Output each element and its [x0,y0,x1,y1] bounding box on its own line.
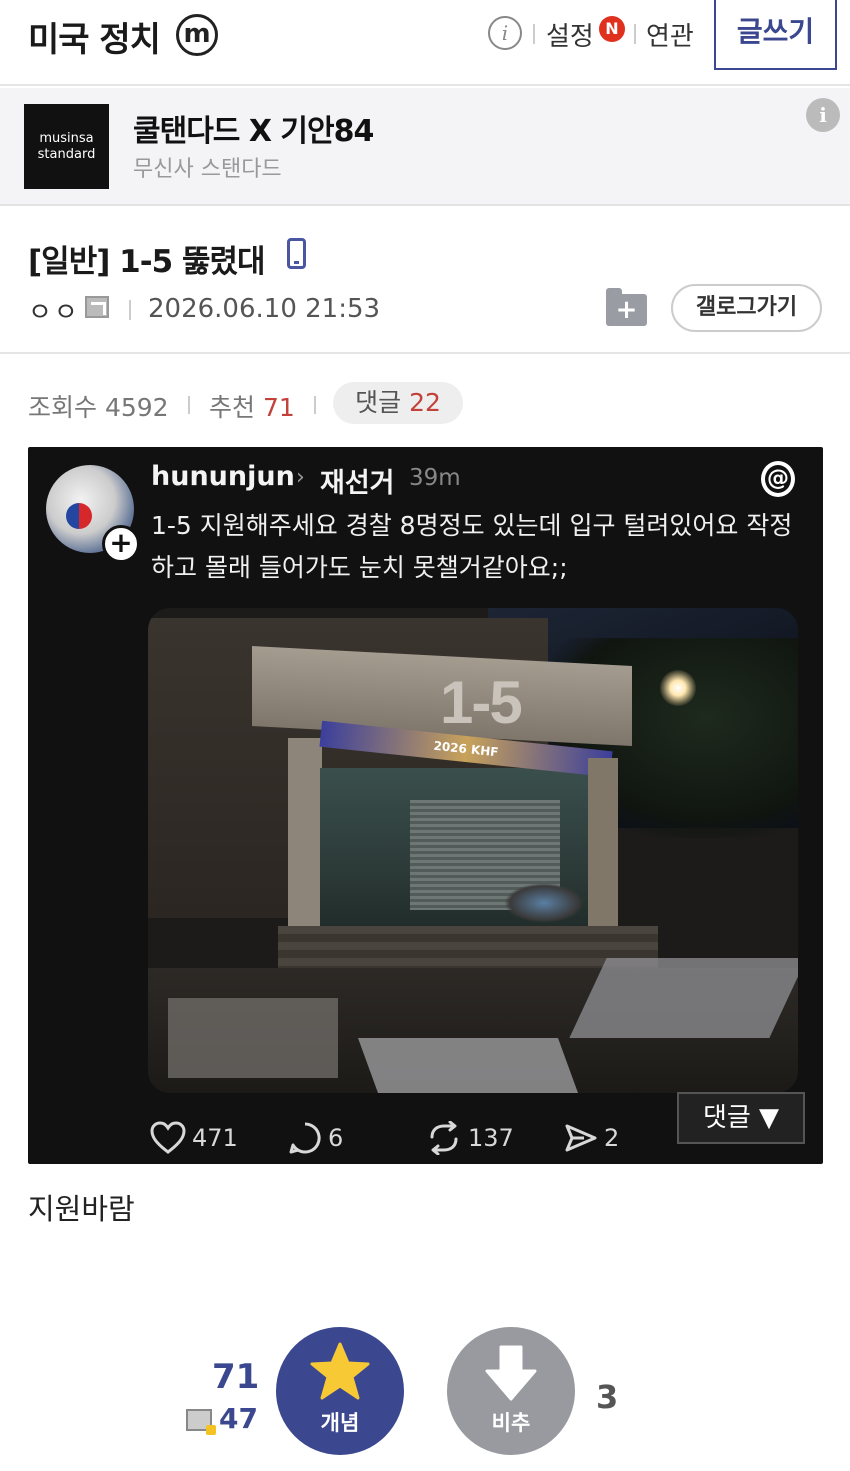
star-icon [310,1342,370,1400]
embed-topic[interactable]: 재선거 [320,461,395,500]
divider [188,396,190,414]
downvote-count: 3 [596,1378,619,1416]
upvote-count: 71 [212,1357,260,1397]
comments-count: 22 [409,388,441,417]
photo-gate-sign: 1-5 [440,669,523,736]
comments-button[interactable]: 댓글 22 [333,382,463,424]
new-badge: N [599,16,625,42]
fixed-upvote-count: 47 [219,1402,258,1435]
ad-logo-line: musinsa [39,131,94,146]
photo-mat [168,998,338,1078]
down-arrow-icon [485,1345,537,1401]
reply-action[interactable]: 6 [288,1121,343,1155]
repost-action[interactable]: 137 [426,1121,514,1155]
share-count: 2 [604,1124,620,1152]
like-count: 471 [192,1124,238,1152]
recommend-stat: 추천 71 [209,388,295,424]
author-name[interactable]: ㅇㅇ [28,292,80,329]
ad-logo-line: standard [37,147,96,162]
downvote-label: 비추 [491,1411,531,1435]
write-button[interactable]: 글쓰기 [714,0,837,70]
recommend-label: 추천 [209,393,256,422]
chevron-right-icon: › [296,465,305,490]
comments-label: 댓글 [355,388,402,417]
heart-icon [150,1121,186,1155]
repost-icon [426,1121,462,1155]
photo-people [504,883,584,923]
reply-icon [288,1121,322,1155]
settings-link[interactable]: 설정 [546,16,594,53]
threads-logo-icon: @ [761,461,795,497]
upvote-button[interactable]: 개념 [276,1327,404,1455]
info-icon[interactable]: i [488,16,522,50]
photo-mat [357,1038,579,1093]
post-body: 지원바람 [28,1192,135,1226]
fixed-nick-icon [186,1409,216,1435]
photo-streetlight [660,670,696,706]
ad-info-icon[interactable]: i [806,98,840,132]
photo-pillar [288,738,322,938]
divider [634,24,636,44]
photo-pillar [588,758,618,928]
repost-count: 137 [468,1124,514,1152]
follow-plus-icon[interactable]: + [102,525,140,563]
member-icon [85,296,109,318]
folder-add-icon[interactable]: + [606,288,647,326]
divider [533,24,535,44]
mobile-icon [287,238,306,269]
embedded-threads-post: + hununjun › 재선거 39m @ 1-5 지원해주세요 경찰 8명정… [28,447,823,1164]
photo-mat [569,958,798,1038]
embed-time-ago: 39m [409,465,461,491]
embed-username[interactable]: hununjun [151,461,295,492]
share-action[interactable]: 2 [564,1121,619,1155]
divider [129,300,131,320]
views-count: 4592 [104,393,169,422]
ad-subtitle: 무신사 스탠다드 [133,157,282,182]
related-link[interactable]: 연관 [646,16,694,53]
embed-photo[interactable]: 1-5 2026 KHF [148,608,798,1093]
embed-comment-toggle[interactable]: 댓글 ▼ [677,1092,805,1144]
ad-title: 쿨탠다드 X 기안84 [133,114,374,149]
ad-banner[interactable]: musinsa standard 쿨탠다드 X 기안84 무신사 스탠다드 i [0,88,850,206]
recommend-count: 71 [262,393,295,422]
minor-gallery-badge-icon: m [176,14,218,56]
gallery-title[interactable]: 미국 정치 [28,12,161,61]
views-label: 조회수 [28,393,98,422]
post-header: [일반] 1-5 뚫렸대 ㅇㅇ 2026.06.10 21:53 + 갤로그가기 [0,208,850,354]
embed-post-text: 1-5 지원해주세요 경찰 8명정도 있는데 입구 털려있어요 작정하고 몰래 … [151,511,793,582]
share-icon [564,1121,598,1155]
views-stat: 조회수 4592 [28,388,169,424]
upvote-label: 개념 [320,1411,360,1435]
gallog-button[interactable]: 갤로그가기 [671,284,822,332]
reply-count: 6 [328,1124,344,1152]
post-title: [일반] 1-5 뚫렸대 [28,244,266,280]
like-action[interactable]: 471 [150,1121,238,1155]
divider [314,396,316,414]
ad-logo: musinsa standard [24,104,109,189]
post-date: 2026.06.10 21:53 [148,294,381,324]
downvote-button[interactable]: 비추 [447,1327,575,1455]
top-bar: 미국 정치 m i 설정 N 연관 글쓰기 [0,0,850,86]
